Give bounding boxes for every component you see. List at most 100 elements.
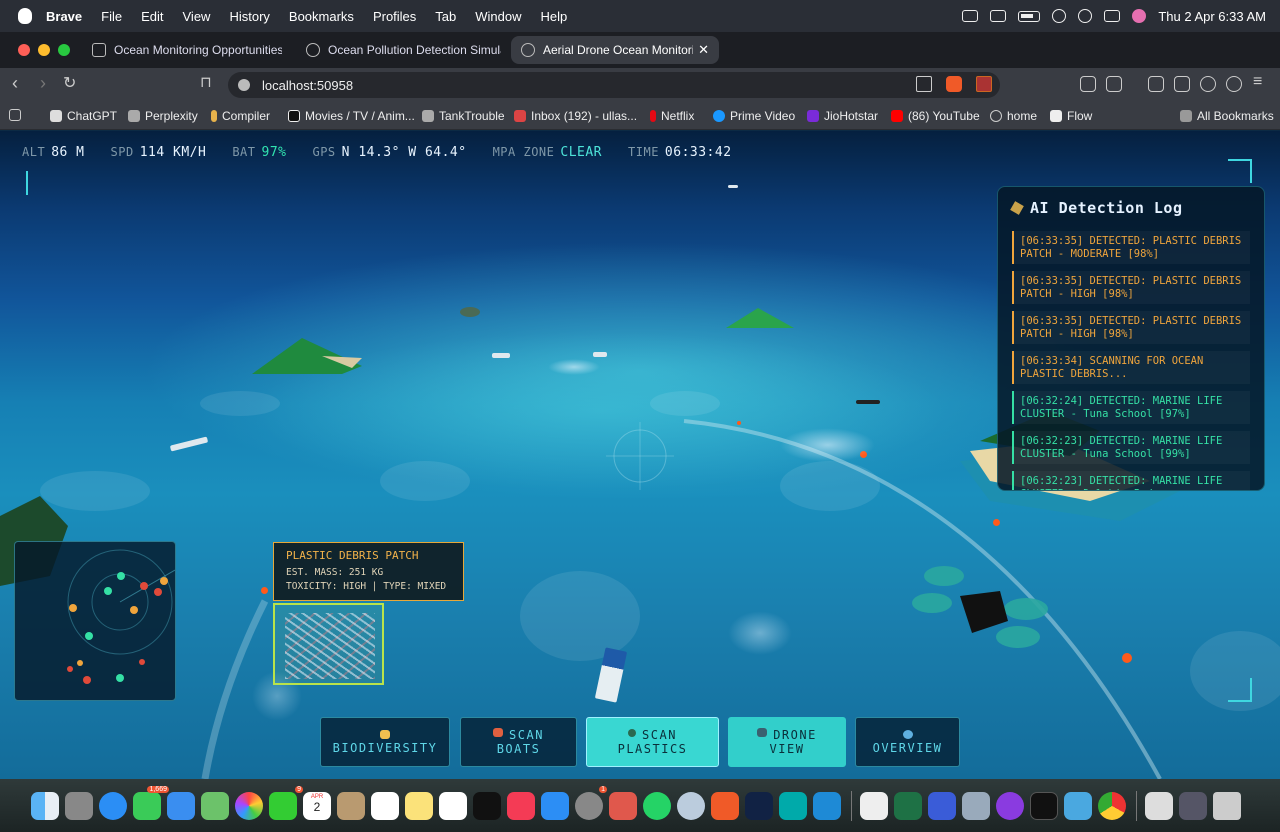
iphone-mirroring-icon[interactable] [609,791,637,820]
bookmark-prime-video[interactable]: Prime Video [713,109,795,123]
vscode-icon[interactable] [813,791,841,820]
boat[interactable] [593,352,607,357]
calendar-icon[interactable]: APR 2 [303,791,331,820]
menu-app-name[interactable]: Brave [46,9,82,24]
site-info-icon[interactable] [238,79,250,91]
drone-view-button[interactable]: DRONE VIEW [728,717,846,767]
menu-window[interactable]: Window [475,9,521,24]
brave-shields-icon[interactable] [946,76,962,92]
sidebar-icon[interactable] [1148,76,1164,92]
wallet-icon[interactable] [1174,76,1190,92]
biodiversity-button[interactable]: BIODIVERSITY [320,717,450,767]
screen-mirror-icon[interactable] [962,10,979,22]
bookmark-home[interactable]: home [990,109,1037,123]
photos-icon[interactable] [235,791,263,820]
trash-icon[interactable] [1213,791,1241,820]
close-window-icon[interactable] [18,44,30,56]
vpn-icon[interactable] [1226,76,1242,92]
menu-history[interactable]: History [229,9,269,24]
app-store-icon[interactable] [541,791,569,820]
textedit-icon[interactable] [860,791,888,820]
tab-ocean-monitoring-opportunities[interactable]: Ocean Monitoring Opportunities [82,36,282,64]
menu-profiles[interactable]: Profiles [373,9,416,24]
apple-tv-icon[interactable] [473,791,501,820]
address-bar[interactable]: localhost:50958 [228,72,1000,98]
tab-aerial-drone-monitoring[interactable]: Aerial Drone Ocean Monitoring ✕ [511,36,719,64]
boat[interactable] [492,353,510,358]
passwords-icon[interactable] [1064,791,1092,820]
bookmark-chatgpt[interactable]: ChatGPT [50,109,117,123]
apps-grid-icon[interactable] [9,109,26,121]
reload-icon[interactable]: ↻ [63,73,76,93]
bookmark-movies[interactable]: Movies / TV / Anim... [288,109,415,123]
control-center-icon[interactable] [1104,10,1121,22]
notes-icon[interactable] [405,791,433,820]
launchpad-icon[interactable] [65,791,93,820]
butterfly-app-icon[interactable] [779,791,807,820]
scan-plastics-button[interactable]: SCAN PLASTICS [586,717,719,767]
maps-icon[interactable] [201,791,229,820]
menu-icon[interactable]: ≡ [1253,73,1262,91]
brave-icon[interactable] [711,791,739,820]
display-icon[interactable] [990,10,1007,22]
menu-tab[interactable]: Tab [435,9,456,24]
finder-icon[interactable] [31,791,59,820]
reminders-icon[interactable] [371,791,399,820]
boat[interactable] [728,185,738,188]
wifi-icon[interactable] [1052,9,1067,23]
minimap[interactable] [14,541,176,701]
menu-help[interactable]: Help [541,9,568,24]
preview-icon[interactable] [962,791,990,820]
back-icon[interactable]: ‹ [12,73,18,94]
terminal-icon[interactable] [1030,791,1058,820]
bookmark-youtube[interactable]: (86) YouTube [891,109,980,123]
siri-icon[interactable] [1132,9,1147,23]
menu-file[interactable]: File [101,9,122,24]
arc-app-icon[interactable] [928,791,956,820]
bookmark-netflix[interactable]: Netflix [650,109,694,123]
minimize-window-icon[interactable] [38,44,50,56]
brave-rewards-icon[interactable] [976,76,992,92]
ai-detection-log-panel[interactable]: AI Detection Log [06:33:35] DETECTED: PL… [997,186,1265,491]
mail-icon[interactable] [167,791,195,820]
all-bookmarks[interactable]: All Bookmarks [1180,109,1274,123]
boat[interactable] [856,400,880,404]
overview-button[interactable]: OVERVIEW [855,717,960,767]
ocean-3d-viewport[interactable]: ALT 86 M SPD 114 KM/H BAT 97% GPS N 14.3° W … [0,131,1280,779]
menu-view[interactable]: View [183,9,211,24]
drone[interactable] [910,561,1050,661]
spiral-app-icon[interactable] [745,791,773,820]
document-icon[interactable] [1145,791,1173,820]
menu-edit[interactable]: Edit [141,9,163,24]
share-icon[interactable] [916,76,932,92]
zoom-window-icon[interactable] [58,44,70,56]
podcasts-icon[interactable] [996,791,1024,820]
safari-icon[interactable] [99,791,127,820]
downloads-stack-icon[interactable] [1179,791,1207,820]
bookmark-tanktrouble[interactable]: TankTrouble [422,109,505,123]
tab-ocean-pollution-simulator[interactable]: Ocean Pollution Detection Simulato [296,36,501,64]
bookmark-icon[interactable]: ⊓ [200,73,212,91]
menu-bookmarks[interactable]: Bookmarks [289,9,354,24]
menubar-clock[interactable]: Thu 2 Apr 6:33 AM [1158,9,1266,24]
scan-boats-button[interactable]: SCAN BOATS [460,717,577,767]
apple-logo-icon[interactable] [18,8,32,24]
bookmark-perplexity[interactable]: Perplexity [128,109,198,123]
contacts-icon[interactable] [337,791,365,820]
music-icon[interactable] [507,791,535,820]
leo-ai-icon[interactable] [1200,76,1216,92]
excel-icon[interactable] [894,791,922,820]
quicktime-icon[interactable] [677,791,705,820]
spotlight-search-icon[interactable] [1078,9,1093,23]
bookmark-jiohotstar[interactable]: JioHotstar [807,109,878,123]
bookmark-compiler[interactable]: Compiler [211,109,270,123]
close-tab-icon[interactable]: ✕ [698,42,709,58]
debris-target-box[interactable] [273,603,384,685]
extensions-icon[interactable] [1080,76,1096,92]
forward-icon[interactable]: › [40,73,46,94]
chrome-icon[interactable] [1098,791,1126,820]
battery-icon[interactable] [1018,10,1041,22]
facetime-icon[interactable]: 9 [269,785,303,820]
messages-icon[interactable]: 1,669 [133,785,169,820]
bookmark-flow[interactable]: Flow [1050,109,1092,123]
